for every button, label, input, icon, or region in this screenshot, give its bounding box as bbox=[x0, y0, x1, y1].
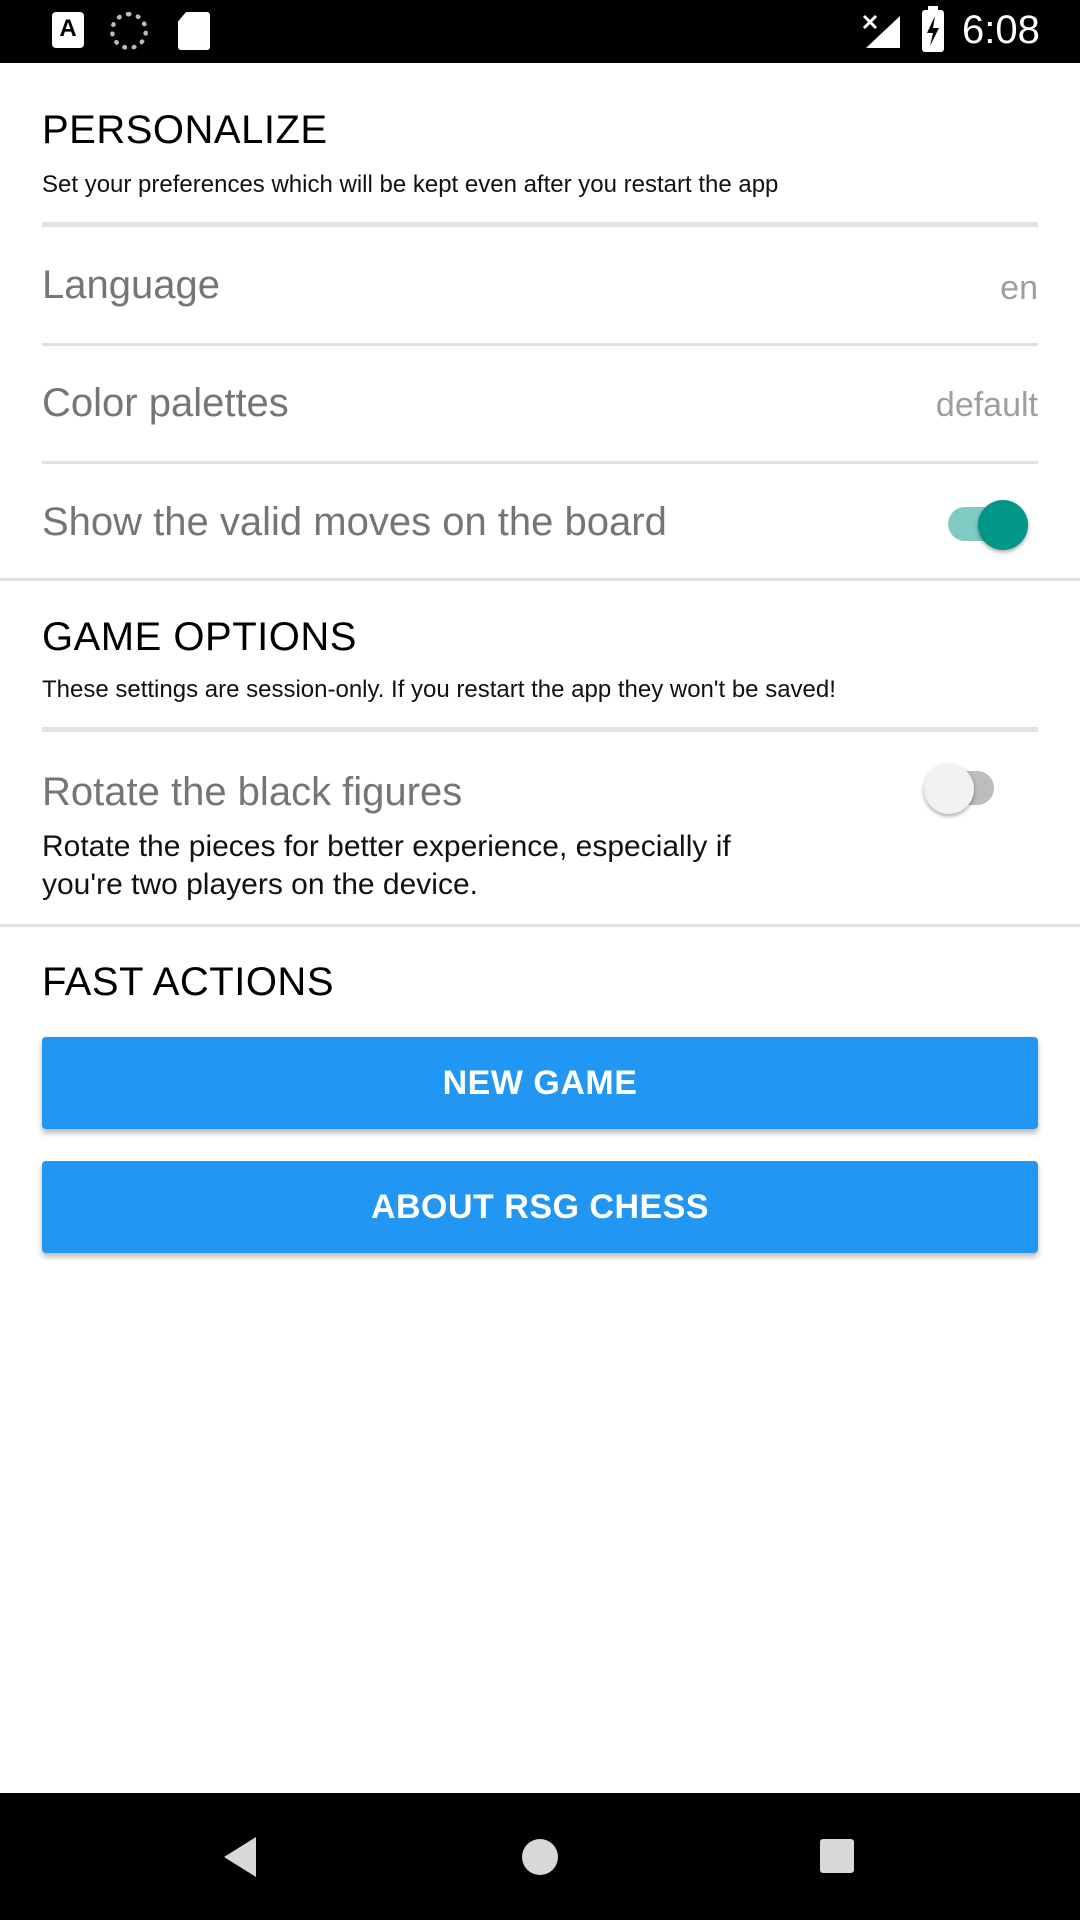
toggle-thumb bbox=[924, 764, 974, 814]
valid-moves-label: Show the valid moves on the board bbox=[42, 500, 667, 544]
language-value: en bbox=[1000, 269, 1038, 307]
fast-actions-title: FAST ACTIONS bbox=[42, 960, 334, 1004]
valid-moves-row: Show the valid moves on the board bbox=[0, 464, 1080, 578]
navigation-bar bbox=[0, 1793, 1080, 1920]
home-icon[interactable] bbox=[522, 1839, 558, 1875]
rotate-label: Rotate the black figures bbox=[42, 770, 463, 814]
section-divider bbox=[0, 578, 1080, 581]
toggle-thumb bbox=[978, 500, 1028, 550]
game-options-subtitle: These settings are session-only. If you … bbox=[42, 676, 836, 703]
status-bar: A 6:08 bbox=[0, 0, 1080, 63]
rotate-row: Rotate the black figures Rotate the piec… bbox=[0, 732, 1080, 924]
battery-charging-icon bbox=[922, 6, 944, 52]
color-palettes-label: Color palettes bbox=[42, 381, 289, 425]
new-game-button[interactable]: NEW GAME bbox=[42, 1037, 1038, 1129]
sd-card-icon bbox=[178, 12, 210, 50]
color-palettes-value: default bbox=[935, 386, 1038, 424]
back-icon[interactable] bbox=[224, 1837, 256, 1877]
rotate-description: Rotate the pieces for better experience,… bbox=[42, 830, 731, 901]
language-row[interactable]: Language en bbox=[0, 227, 1080, 343]
sync-icon bbox=[110, 12, 148, 50]
personalize-title: PERSONALIZE bbox=[42, 108, 328, 152]
personalize-subtitle: Set your preferences which will be kept … bbox=[42, 171, 779, 198]
color-palettes-row[interactable]: Color palettes default bbox=[0, 346, 1080, 462]
text-a-icon: A bbox=[52, 12, 84, 48]
recent-apps-icon[interactable] bbox=[820, 1839, 854, 1873]
rotate-toggle[interactable] bbox=[924, 756, 1004, 814]
about-button[interactable]: ABOUT RSG CHESS bbox=[42, 1161, 1038, 1253]
valid-moves-toggle[interactable] bbox=[942, 492, 1028, 550]
language-label: Language bbox=[42, 263, 220, 307]
game-options-title: GAME OPTIONS bbox=[42, 615, 357, 659]
no-signal-icon bbox=[862, 14, 900, 48]
status-time: 6:08 bbox=[962, 8, 1040, 52]
section-divider bbox=[0, 924, 1080, 927]
